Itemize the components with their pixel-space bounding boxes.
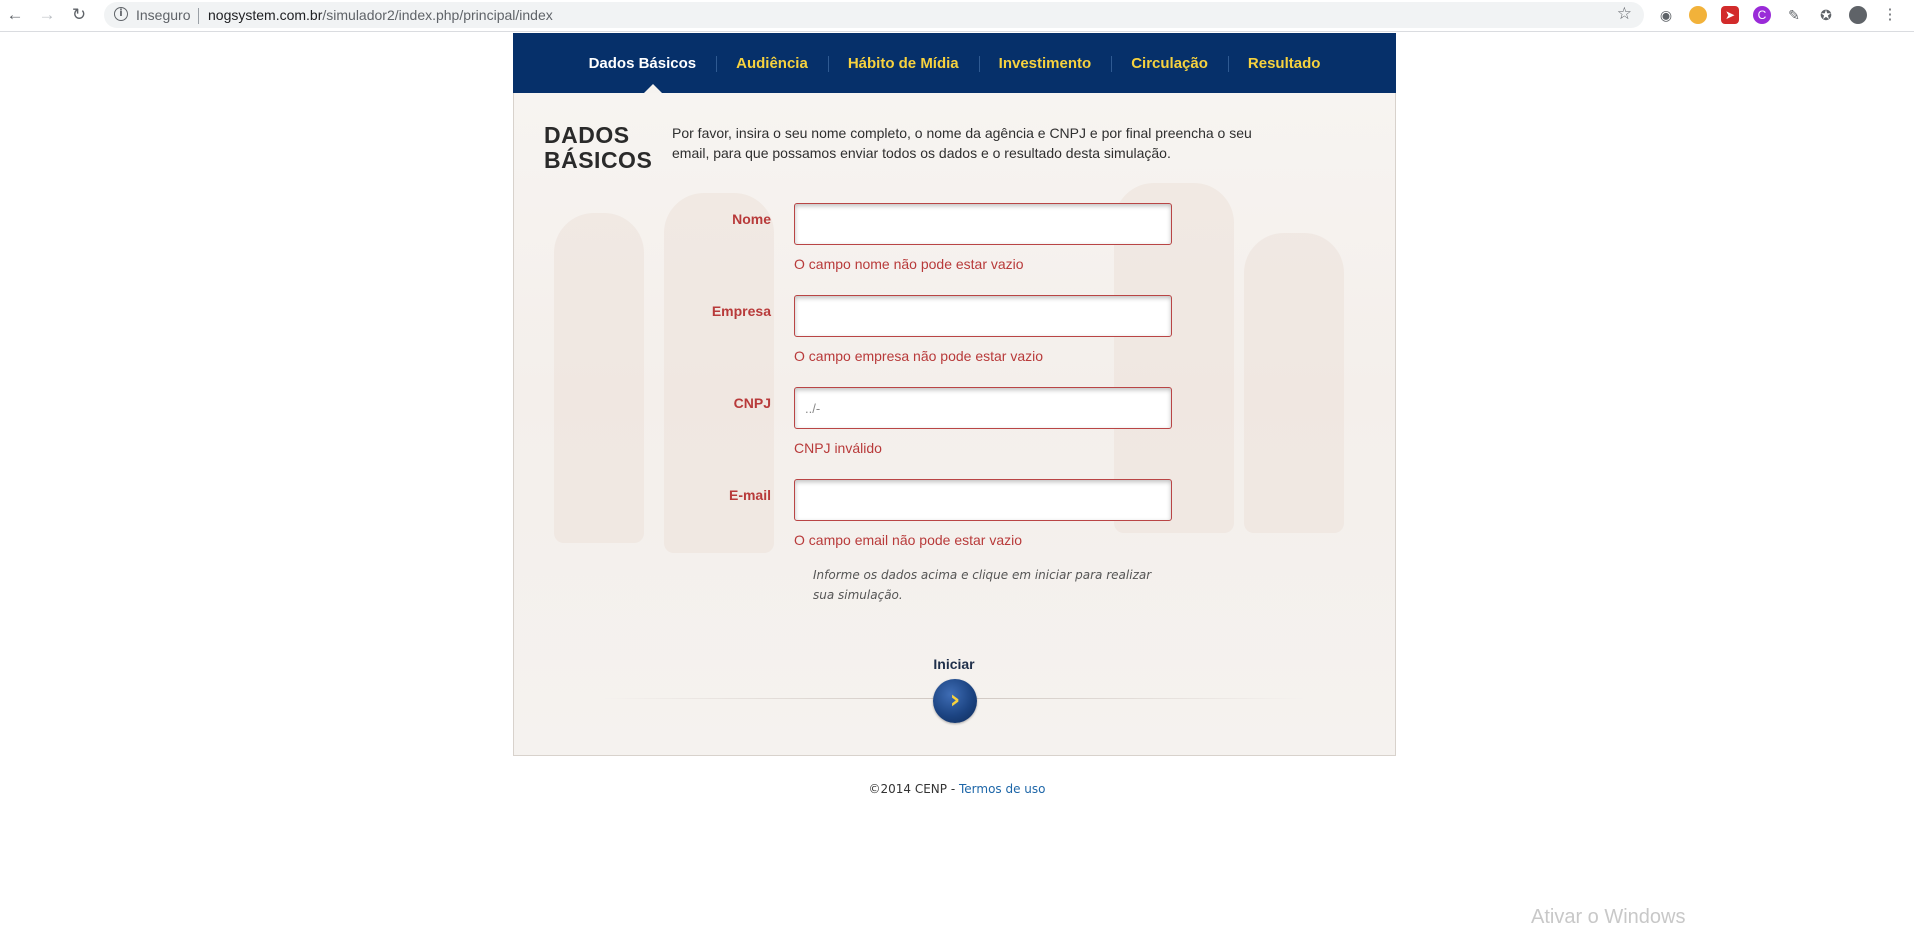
page-title: DADOS BÁSICOS [544,123,652,173]
windows-activation-watermark: Ativar o Windows [1531,906,1686,928]
email-label: E-mail [728,487,771,503]
nome-label: Nome [732,211,771,227]
form-hint: Informe os dados acima e clique em inici… [813,568,1152,602]
tab-investimento[interactable]: Investimento [978,55,1112,72]
tab-habito-de-midia[interactable]: Hábito de Mídia [827,55,979,72]
form-panel: DADOS BÁSICOS Por favor, insira o seu no… [513,93,1396,756]
cnpj-error: CNPJ inválido [794,440,882,456]
info-icon[interactable]: i [114,7,128,21]
title-line-1: DADOS [544,122,630,148]
profile-avatar-icon[interactable] [1849,6,1867,24]
empresa-input[interactable] [794,295,1172,337]
top-navigation: Dados Básicos Audiência Hábito de Mídia … [513,33,1396,93]
tab-dados-basicos[interactable]: Dados Básicos [569,55,717,72]
menu-kebab-icon[interactable]: ⋮ [1881,6,1899,24]
forward-icon[interactable]: → [36,4,58,26]
email-error: O campo email não pode estar vazio [794,532,1023,548]
nome-input[interactable] [794,203,1172,245]
address-bar[interactable]: i Inseguro nogsystem.com.br/simulador2/i… [104,2,1644,28]
iniciar-label[interactable]: Iniciar [914,656,994,672]
title-line-2: BÁSICOS [544,147,653,173]
nome-error: O campo nome não pode estar vazio [794,256,1024,272]
chevron-right-icon: › [949,685,961,715]
email-input[interactable] [794,479,1172,521]
url-host: nogsystem.com.br [208,7,323,23]
camera-icon[interactable]: ◉ [1657,6,1675,24]
bookmark-star-icon[interactable]: ☆ [1617,4,1632,24]
back-icon[interactable]: ← [4,4,26,26]
eyedropper-icon[interactable]: ✎ [1785,6,1803,24]
iniciar-button[interactable]: › [933,679,977,723]
browser-toolbar: ← → ↻ i Inseguro nogsystem.com.br/simula… [0,0,1914,32]
intro-text: Por favor, insira o seu nome completo, o… [672,125,1252,161]
simulator-container: Dados Básicos Audiência Hábito de Mídia … [513,33,1396,756]
pin-extension-icon[interactable]: ➤ [1721,6,1739,24]
tab-circulacao[interactable]: Circulação [1111,55,1228,72]
cnpj-label: CNPJ [733,395,771,411]
background-figure [1244,233,1344,533]
cookie-icon[interactable] [1689,6,1707,24]
empresa-error: O campo empresa não pode estar vazio [794,348,1044,364]
puzzle-icon[interactable]: ✪ [1817,6,1835,24]
url-path: /simulador2/index.php/principal/index [322,7,553,23]
address-divider [198,8,199,24]
active-tab-indicator [644,84,662,93]
reload-icon[interactable]: ↻ [68,4,90,26]
copyright-text: ©2014 CENP - [868,782,959,796]
cnpj-input[interactable] [794,387,1172,429]
tab-audiencia[interactable]: Audiência [716,55,828,72]
terms-link[interactable]: Termos de uso [959,782,1046,796]
extension-c-icon[interactable]: C [1753,6,1771,24]
url-text[interactable]: nogsystem.com.br/simulador2/index.php/pr… [208,7,553,23]
security-label: Inseguro [136,7,191,23]
empresa-label: Empresa [711,303,771,319]
footer: ©2014 CENP - Termos de uso [0,782,1914,796]
tab-resultado[interactable]: Resultado [1227,55,1341,72]
